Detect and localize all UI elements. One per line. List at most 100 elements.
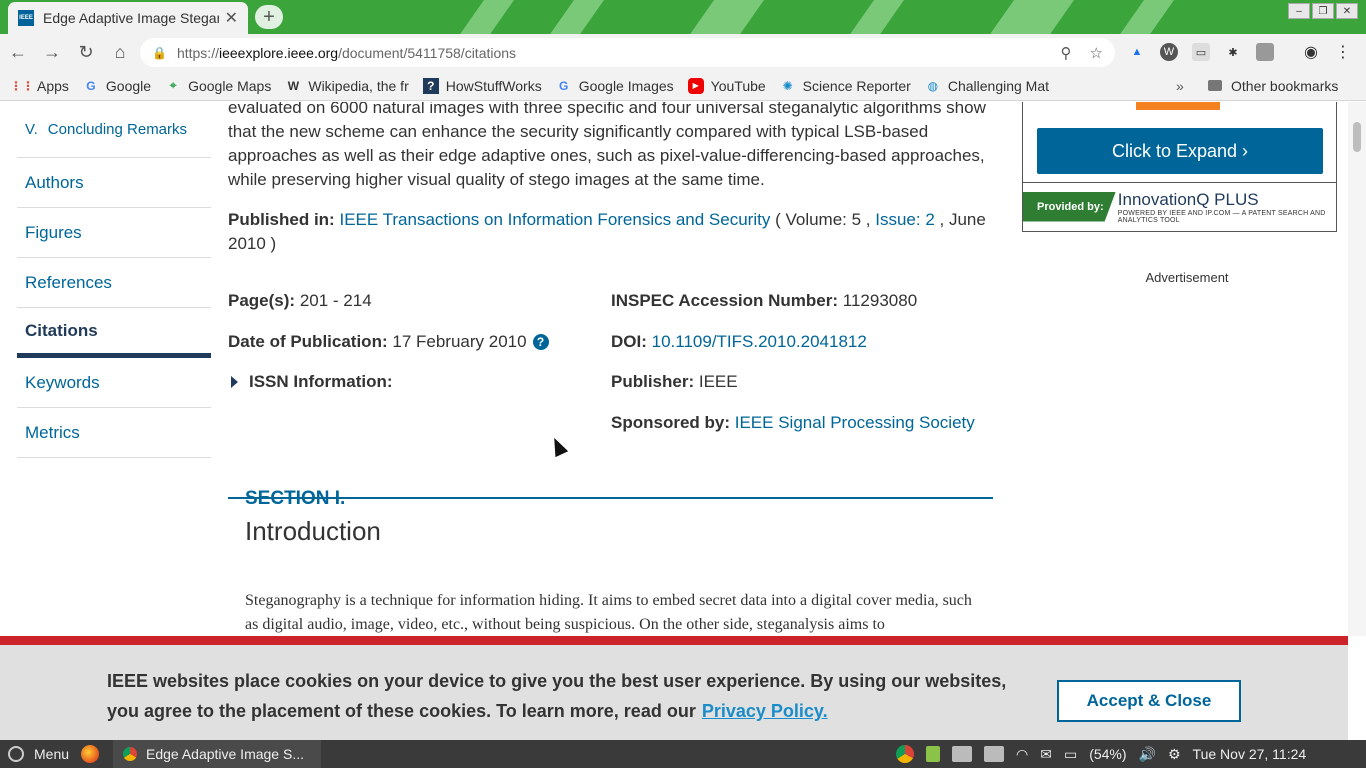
- bookmark-apps[interactable]: ⋮⋮ Apps: [10, 78, 69, 94]
- innovationq-widget: Click to Expand › Provided by: Innovatio…: [1022, 102, 1337, 232]
- home-icon[interactable]: ⌂: [104, 37, 136, 69]
- nav-metrics[interactable]: Metrics: [17, 408, 211, 458]
- chevron-right-icon: ›: [1242, 140, 1249, 161]
- doi-link[interactable]: 10.1109/TIFS.2010.2041812: [652, 332, 867, 351]
- tab-title: Edge Adaptive Image Steganography: [43, 10, 219, 26]
- abstract-text: evaluated on 6000 natural images with th…: [228, 102, 986, 189]
- back-icon[interactable]: ←: [2, 37, 34, 69]
- url-scheme: https://: [176, 44, 219, 61]
- lock-icon: 🔒: [152, 45, 167, 60]
- nav-keywords[interactable]: Keywords: [17, 358, 211, 408]
- taskbar-chrome-window[interactable]: Edge Adaptive Image S...: [113, 740, 321, 768]
- help-icon[interactable]: ?: [532, 334, 549, 350]
- google-drive-icon[interactable]: ▲: [1128, 43, 1146, 61]
- section-label: SECTION I.: [245, 488, 346, 509]
- new-tab-button[interactable]: +: [255, 5, 283, 29]
- extension-grey-icon[interactable]: [1256, 43, 1274, 61]
- theme-stripe: [531, 0, 619, 34]
- extension-w-icon[interactable]: W: [1160, 43, 1178, 61]
- tray-app-icon[interactable]: [926, 746, 940, 762]
- profile-icon[interactable]: ◉: [1302, 43, 1320, 61]
- bookmark-google-images[interactable]: G Google Images: [556, 78, 674, 94]
- nav-authors[interactable]: Authors: [17, 158, 211, 208]
- cookie-banner: IEEE websites place cookies on your devi…: [0, 636, 1348, 740]
- bookmark-wikipedia[interactable]: W Wikipedia, the fr: [285, 78, 409, 94]
- wifi-icon[interactable]: ◠: [1016, 746, 1028, 763]
- science-icon: ✺: [782, 78, 793, 93]
- page-scrollbar[interactable]: [1348, 102, 1366, 636]
- bookmark-google[interactable]: G Google: [83, 78, 151, 94]
- section-introduction: SECTION I. Introduction Steganography is…: [245, 488, 975, 636]
- click-to-expand-button[interactable]: Click to Expand ›: [1037, 128, 1323, 174]
- nav-citations[interactable]: Citations: [17, 308, 211, 358]
- minimize-icon[interactable]: –: [1288, 3, 1310, 19]
- google-icon: G: [86, 78, 96, 93]
- issn-toggle[interactable]: ISSN Information:: [228, 370, 393, 394]
- other-bookmarks[interactable]: Other bookmarks: [1208, 78, 1338, 94]
- globe-icon: ◍: [927, 78, 939, 93]
- nav-references[interactable]: References: [17, 258, 211, 308]
- address-bar[interactable]: 🔒 https://ieeexplore.ieee.org/document/5…: [140, 38, 1115, 67]
- browser-toolbar: ← → ↻ ⌂ 🔒 https://ieeexplore.ieee.org/do…: [0, 34, 1366, 71]
- battery-icon[interactable]: ▭: [1064, 746, 1077, 763]
- window-controls: – ❐ ✕: [1288, 3, 1358, 19]
- ieee-favicon-icon: IEEE: [18, 10, 34, 26]
- right-sidebar: Click to Expand › Provided by: Innovatio…: [1022, 102, 1337, 285]
- bookmarks-bar: ⋮⋮ Apps G Google ⌖ Google Maps W Wikipedia, …: [0, 71, 1366, 101]
- bookmark-science-reporter[interactable]: ✺ Science Reporter: [780, 78, 911, 94]
- issue-link[interactable]: Issue: 2: [875, 210, 935, 229]
- inspec-info: INSPEC Accession Number: 11293080: [611, 291, 918, 310]
- wikipedia-icon: W: [287, 78, 300, 93]
- privacy-policy-link[interactable]: Privacy Policy.: [702, 701, 828, 721]
- orange-accent: [1136, 102, 1220, 110]
- settings-gear-icon[interactable]: ⚙: [1168, 746, 1181, 763]
- apps-grid-icon: ⋮⋮: [10, 78, 34, 93]
- drive-icon[interactable]: [984, 746, 1004, 762]
- menu-kebab-icon[interactable]: ⋮: [1334, 43, 1352, 61]
- tab-close-icon[interactable]: ✕: [225, 8, 238, 28]
- bookmark-star-icon[interactable]: ☆: [1090, 44, 1103, 62]
- bookmark-youtube[interactable]: ▶ YouTube: [687, 77, 766, 94]
- forward-icon[interactable]: →: [36, 37, 68, 69]
- sponsor-info: Sponsored by: IEEE Signal Processing Soc…: [611, 413, 975, 432]
- bookmark-google-maps[interactable]: ⌖ Google Maps: [165, 78, 272, 94]
- sponsor-link[interactable]: IEEE Signal Processing Society: [735, 413, 975, 432]
- menu-logo-icon: [8, 746, 24, 762]
- more-bookmarks-chevron-icon[interactable]: »: [1176, 78, 1184, 94]
- nav-concluding-remarks[interactable]: V. Concluding Remarks: [17, 102, 211, 158]
- zoom-icon[interactable]: ⚲: [1061, 44, 1072, 62]
- accept-close-button[interactable]: Accept & Close: [1057, 680, 1241, 722]
- theme-stripe: [441, 0, 529, 34]
- theme-stripe: [831, 0, 919, 34]
- bookmark-challenging-math[interactable]: ◍ Challenging Mat: [925, 78, 1049, 94]
- browser-tab[interactable]: IEEE Edge Adaptive Image Steganography ✕: [8, 2, 248, 34]
- metadata-block: Page(s): 201 - 214 Date of Publication: …: [228, 289, 993, 499]
- chrome-icon: [123, 747, 137, 761]
- section-body: Steganography is a technique for informa…: [245, 592, 972, 633]
- nav-figures[interactable]: Figures: [17, 208, 211, 258]
- theme-stripe: [671, 0, 779, 34]
- publisher-info: Publisher: IEEE: [611, 372, 738, 391]
- url-path: /document/5411758/citations: [338, 44, 517, 61]
- window-close-icon[interactable]: ✕: [1336, 3, 1358, 19]
- battery-percent: (54%): [1089, 746, 1127, 762]
- extension-paw-icon[interactable]: ✱: [1224, 43, 1242, 61]
- url-host: ieeexplore.ieee.org: [218, 44, 339, 61]
- scrollbar-thumb[interactable]: [1353, 122, 1361, 152]
- drive-icon[interactable]: [952, 746, 972, 762]
- reload-icon[interactable]: ↻: [70, 37, 102, 69]
- start-menu-button[interactable]: Menu: [8, 746, 69, 762]
- maximize-icon[interactable]: ❐: [1312, 3, 1334, 19]
- os-taskbar: Menu Edge Adaptive Image S... ◠ ✉ ▭ (54%…: [0, 740, 1366, 768]
- volume-icon[interactable]: 🔊: [1139, 746, 1156, 763]
- bookmark-howstuffworks[interactable]: ? HowStuffWorks: [422, 77, 542, 94]
- provided-by-banner[interactable]: Provided by: InnovationQ PLUS POWERED BY…: [1023, 182, 1336, 230]
- article-body: evaluated on 6000 natural images with th…: [228, 102, 993, 499]
- google-icon: G: [559, 78, 569, 93]
- mail-icon[interactable]: ✉: [1040, 746, 1052, 763]
- firefox-icon[interactable]: [81, 745, 99, 763]
- chrome-tray-icon[interactable]: [896, 745, 914, 763]
- extension-page-icon[interactable]: ▭: [1192, 43, 1210, 61]
- folder-icon: [1208, 80, 1222, 91]
- journal-link[interactable]: IEEE Transactions on Information Forensi…: [339, 210, 770, 229]
